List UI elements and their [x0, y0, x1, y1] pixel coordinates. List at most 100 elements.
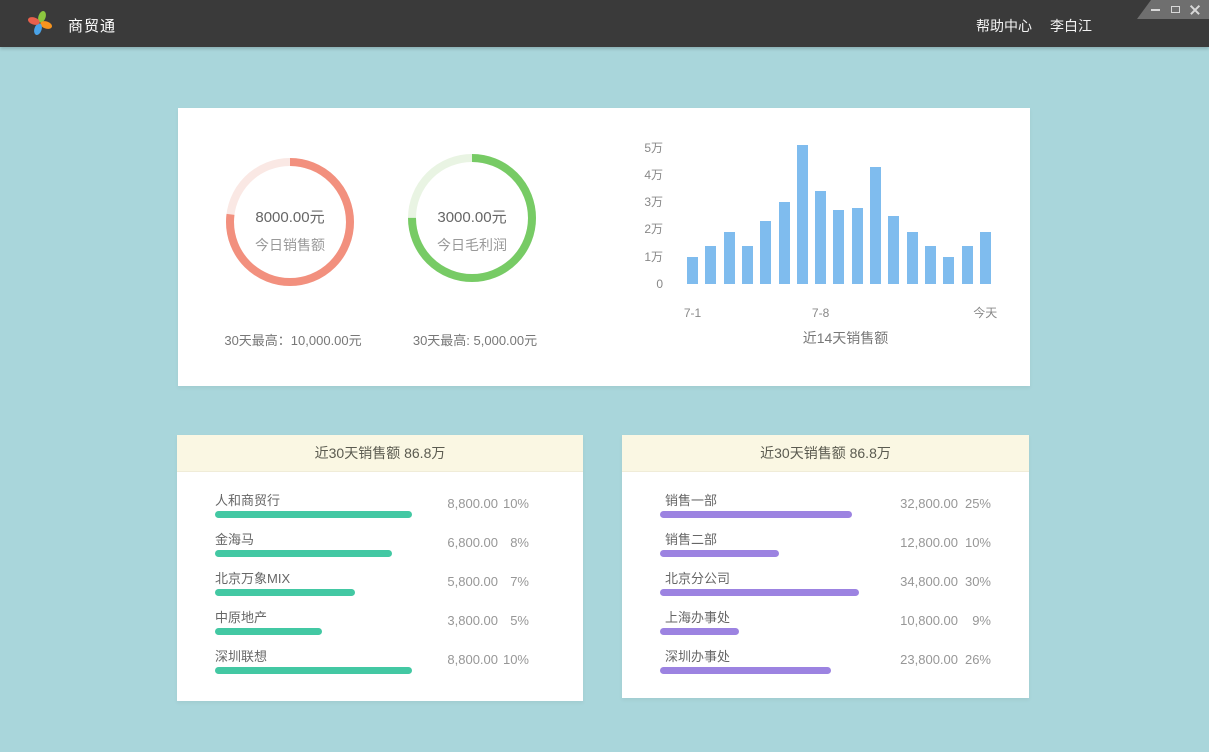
daily-sales-bar: [815, 191, 826, 284]
ranking-row: 北京分公司 34,800.00 30%: [622, 565, 1029, 604]
x-axis-tick: 7-8: [812, 305, 829, 321]
user-menu[interactable]: 李白江: [1050, 16, 1092, 36]
ranking-row-value: 5,800.00 7%: [423, 574, 529, 589]
ranking-row-amount: 10,800.00: [873, 613, 958, 628]
ranking-row-bar: [660, 550, 779, 557]
ranking-row-value: 8,800.00 10%: [423, 496, 529, 511]
ranking-row-name: 深圳办事处: [665, 646, 730, 665]
daily-sales-bar: [760, 221, 771, 284]
customer-ranking-title: 近30天销售额 86.8万: [177, 435, 583, 472]
ranking-row-value: 12,800.00 10%: [873, 535, 991, 550]
department-ranking-title: 近30天销售额 86.8万: [622, 435, 1029, 472]
ranking-row-percent: 10%: [498, 496, 529, 511]
daily-sales-bar: [705, 246, 716, 284]
ranking-row-bar: [215, 628, 322, 635]
daily-sales-bar: [925, 246, 936, 284]
ranking-row: 销售一部 32,800.00 25%: [622, 487, 1029, 526]
summary-card: 8000.00元 今日销售额 30天最高：10,000.00元 3000.00元…: [178, 108, 1030, 386]
ranking-row-percent: 26%: [958, 652, 991, 667]
y-axis-tick: 1万: [603, 249, 663, 265]
y-axis-tick: 3万: [603, 194, 663, 210]
ranking-row-name: 销售一部: [665, 490, 717, 509]
daily-sales-bar: [870, 167, 881, 284]
ranking-row-percent: 9%: [958, 613, 991, 628]
help-center-link[interactable]: 帮助中心: [976, 16, 1032, 36]
ranking-row-percent: 25%: [958, 496, 991, 511]
ranking-row-amount: 8,800.00: [423, 496, 498, 511]
daily-sales-bar: [907, 232, 918, 284]
daily-sales-bar: [724, 232, 735, 284]
bar-chart-caption: 近14天销售额: [723, 328, 968, 348]
daily-sales-bar: [797, 145, 808, 284]
window-controls: [1137, 0, 1209, 19]
ranking-row-amount: 12,800.00: [873, 535, 958, 550]
x-axis-tick: 7-1: [684, 305, 701, 321]
daily-sales-bar: [833, 210, 844, 284]
ranking-row: 人和商贸行 8,800.00 10%: [177, 487, 583, 526]
ranking-row-bar: [215, 550, 392, 557]
daily-sales-bar: [687, 257, 698, 284]
daily-sales-bar: [962, 246, 973, 284]
ranking-row-percent: 10%: [958, 535, 991, 550]
department-ranking-card: 近30天销售额 86.8万 销售一部 32,800.00 25% 销售二部 12…: [622, 435, 1029, 698]
sales-bar-chart: 5万 4万 3万 2万 1万 0 7-1 7-8 今天 近14天销售额: [178, 108, 1030, 386]
ranking-row-name: 深圳联想: [215, 646, 267, 665]
ranking-row-percent: 7%: [498, 574, 529, 589]
y-axis-tick: 5万: [603, 140, 663, 156]
app-title: 商贸通: [68, 15, 116, 36]
customer-ranking-card: 近30天销售额 86.8万 人和商贸行 8,800.00 10% 金海马 6,8…: [177, 435, 583, 701]
ranking-row: 深圳联想 8,800.00 10%: [177, 643, 583, 682]
ranking-row-bar: [660, 511, 852, 518]
close-icon[interactable]: [1190, 4, 1201, 15]
ranking-row-amount: 5,800.00: [423, 574, 498, 589]
ranking-row-bar: [660, 667, 831, 674]
y-axis-tick: 0: [603, 276, 663, 292]
ranking-row-amount: 8,800.00: [423, 652, 498, 667]
ranking-row-amount: 34,800.00: [873, 574, 958, 589]
ranking-row-bar: [215, 511, 412, 518]
ranking-row-value: 10,800.00 9%: [873, 613, 991, 628]
maximize-icon[interactable]: [1170, 4, 1181, 15]
ranking-row-amount: 32,800.00: [873, 496, 958, 511]
ranking-row-value: 8,800.00 10%: [423, 652, 529, 667]
ranking-row-percent: 8%: [498, 535, 529, 550]
ranking-row-amount: 3,800.00: [423, 613, 498, 628]
minimize-icon[interactable]: [1150, 4, 1161, 15]
ranking-row-name: 上海办事处: [665, 607, 730, 626]
ranking-row-bar: [215, 589, 355, 596]
ranking-row: 销售二部 12,800.00 10%: [622, 526, 1029, 565]
ranking-row-value: 34,800.00 30%: [873, 574, 991, 589]
ranking-row-name: 金海马: [215, 529, 254, 548]
department-ranking-list: 销售一部 32,800.00 25% 销售二部 12,800.00 10% 北京…: [622, 487, 1029, 682]
ranking-row-name: 中原地产: [215, 607, 267, 626]
daily-sales-bar: [779, 202, 790, 284]
y-axis-tick: 2万: [603, 221, 663, 237]
ranking-row-bar: [660, 628, 739, 635]
ranking-row-value: 6,800.00 8%: [423, 535, 529, 550]
app-header: 商贸通 帮助中心 李白江: [0, 0, 1209, 47]
daily-sales-bar: [742, 246, 753, 284]
customer-ranking-list: 人和商贸行 8,800.00 10% 金海马 6,800.00 8% 北京万象M…: [177, 487, 583, 682]
ranking-row-name: 北京分公司: [665, 568, 730, 587]
x-axis-tick: 今天: [973, 305, 997, 321]
daily-sales-bar: [943, 257, 954, 284]
ranking-row-value: 23,800.00 26%: [873, 652, 991, 667]
ranking-row-percent: 5%: [498, 613, 529, 628]
ranking-row: 金海马 6,800.00 8%: [177, 526, 583, 565]
ranking-row-value: 32,800.00 25%: [873, 496, 991, 511]
y-axis-tick: 4万: [603, 167, 663, 183]
ranking-row-amount: 6,800.00: [423, 535, 498, 550]
ranking-row: 上海办事处 10,800.00 9%: [622, 604, 1029, 643]
app-logo-pinwheel-icon: [27, 10, 53, 36]
ranking-row: 深圳办事处 23,800.00 26%: [622, 643, 1029, 682]
ranking-row-bar: [215, 667, 412, 674]
ranking-row-value: 3,800.00 5%: [423, 613, 529, 628]
daily-sales-bar: [888, 216, 899, 284]
ranking-row-name: 销售二部: [665, 529, 717, 548]
daily-sales-bar: [980, 232, 991, 284]
ranking-row: 中原地产 3,800.00 5%: [177, 604, 583, 643]
ranking-row-name: 北京万象MIX: [215, 568, 290, 587]
ranking-row-percent: 10%: [498, 652, 529, 667]
ranking-row-amount: 23,800.00: [873, 652, 958, 667]
ranking-row: 北京万象MIX 5,800.00 7%: [177, 565, 583, 604]
